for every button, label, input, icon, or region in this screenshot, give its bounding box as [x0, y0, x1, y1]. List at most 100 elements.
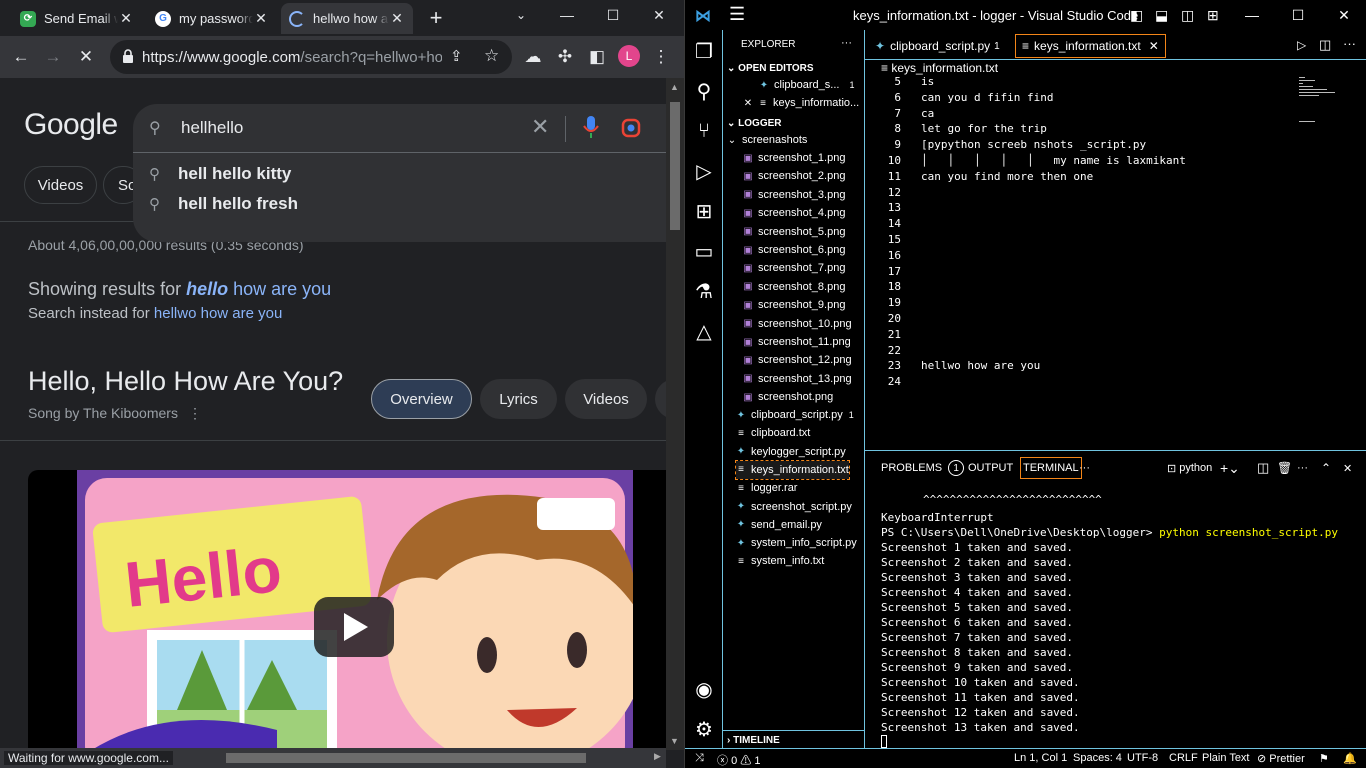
file-item[interactable]: ≡ logger.rar [736, 479, 797, 497]
close-window-button[interactable]: ✕ [1321, 0, 1366, 30]
run-debug-icon[interactable]: ▷ [685, 152, 723, 190]
indentation[interactable]: Spaces: 4 [1073, 752, 1122, 764]
kp-chip-lyrics[interactable]: Lyrics [480, 379, 557, 419]
corrected-query-link[interactable]: hello how are you [186, 279, 331, 299]
kp-chip-more[interactable] [655, 379, 666, 419]
accounts-icon[interactable]: ◉ [685, 670, 723, 708]
more-actions-icon[interactable]: ··· [1297, 457, 1308, 479]
share-icon[interactable]: ⇪ [450, 47, 463, 65]
stop-icon[interactable]: ✕ [73, 44, 99, 70]
suggestion-item[interactable]: ⚲ hell hello fresh [149, 194, 298, 214]
page-scrollbar[interactable]: ▲ ▼ [666, 78, 684, 750]
scroll-down-arrow[interactable]: ▼ [670, 736, 679, 746]
cursor-position[interactable]: Ln 1, Col 1 [1014, 752, 1067, 764]
panel-tab-problems[interactable]: PROBLEMS 1 [881, 457, 965, 479]
split-editor-icon[interactable]: ◫ [1319, 37, 1331, 53]
code-line[interactable]: let go for the trip [921, 122, 1047, 135]
menu-hamburger-icon[interactable]: ☰ [729, 4, 745, 25]
file-item[interactable]: ≡ clipboard.txt [736, 424, 810, 442]
file-item[interactable]: ▣ screenshot_9.png [743, 296, 845, 314]
open-editor-item[interactable]: ✦ clipboard_s... 1 [759, 76, 855, 94]
tab-my-password[interactable]: G my password ✕ [147, 3, 277, 34]
kill-terminal-icon[interactable]: 🗑 [1277, 457, 1292, 479]
tab-close-icon[interactable]: ✕ [253, 10, 269, 27]
back-icon[interactable]: ← [8, 44, 34, 70]
extensions-puzzle-icon[interactable]: ✣ [552, 44, 578, 70]
file-item[interactable]: ✦ send_email.py [736, 516, 822, 534]
panel-more-icon[interactable]: ··· [1079, 457, 1090, 479]
menu-kebab-icon[interactable]: ⋮ [648, 44, 674, 70]
extension-cloud-icon[interactable]: ☁ [520, 44, 546, 70]
tab-close-icon[interactable]: ✕ [118, 10, 134, 27]
tab-search-icon[interactable]: ⌄ [498, 0, 544, 30]
file-item[interactable]: ▣ screenshot_4.png [743, 204, 845, 222]
breadcrumb[interactable]: ≡ keys_information.txt [881, 61, 998, 75]
file-item[interactable]: ≡ system_info.txt [736, 552, 824, 570]
remote-indicator-icon[interactable]: ⤨ [695, 752, 704, 765]
maximize-button[interactable]: ☐ [1275, 0, 1321, 30]
open-editors-header[interactable]: ⌄ OPEN EDITORS [727, 63, 814, 74]
bookmark-star-icon[interactable]: ☆ [484, 46, 499, 66]
settings-gear-icon[interactable]: ⚙ [685, 710, 723, 748]
source-control-icon[interactable]: ⑂ [685, 112, 723, 150]
code-line[interactable]: ca [921, 107, 934, 120]
profile-avatar[interactable]: L [618, 45, 640, 67]
close-icon[interactable]: ✕ [743, 98, 753, 109]
video-player[interactable]: Hello [28, 470, 666, 750]
minimap[interactable] [1297, 75, 1337, 123]
encoding[interactable]: UTF-8 [1127, 752, 1158, 764]
toggle-panel-icon[interactable]: ⬓ [1155, 7, 1168, 24]
code-line[interactable]: │ │ │ │ │ my name is laxmikant [921, 154, 1186, 167]
maximize-panel-icon[interactable]: ⌃ [1321, 457, 1331, 479]
toggle-sidebar-icon[interactable]: ◧ [1130, 7, 1143, 24]
suggestion-item[interactable]: ⚲ hell hello kitty [149, 164, 291, 184]
filter-chip-videos[interactable]: Videos [24, 166, 97, 204]
file-item[interactable]: ▣ screenshot_7.png [743, 259, 845, 277]
more-options-icon[interactable]: ⋮ [188, 405, 202, 421]
scroll-right-arrow[interactable]: ▶ [654, 751, 661, 762]
horizontal-scrollbar-thumb[interactable] [226, 753, 586, 763]
file-item[interactable]: ✦ system_info_script.py [736, 534, 857, 552]
search-icon[interactable]: ⚲ [685, 72, 723, 110]
deploy-icon[interactable]: △ [685, 312, 723, 350]
side-panel-icon[interactable]: ◧ [584, 44, 610, 70]
forward-icon[interactable]: → [40, 44, 66, 70]
file-item[interactable]: ✦ screenshot_script.py [736, 498, 852, 516]
terminal-shell-selector[interactable]: ⊡ python [1167, 457, 1212, 479]
scroll-up-arrow[interactable]: ▲ [670, 82, 679, 92]
close-panel-icon[interactable]: ✕ [1343, 457, 1352, 479]
folder-header-logger[interactable]: ⌄ LOGGER [727, 118, 782, 129]
minimize-button[interactable]: — [1229, 0, 1275, 30]
tab-hellwo[interactable]: hellwo how a ✕ [281, 3, 413, 34]
new-terminal-icon[interactable]: +⌄ [1220, 457, 1240, 479]
close-window-button[interactable]: ✕ [636, 0, 682, 30]
feedback-icon[interactable]: ⚑ [1319, 752, 1329, 765]
file-item[interactable]: ≡ keys_information.txt [735, 459, 850, 480]
code-line[interactable]: can you find more then one [921, 170, 1093, 183]
customize-layout-icon[interactable]: ⊞ [1207, 7, 1219, 24]
voice-search-icon[interactable] [583, 116, 599, 140]
panel-tab-output[interactable]: OUTPUT [968, 457, 1013, 479]
tab-close-icon[interactable]: ✕ [1149, 39, 1159, 53]
new-tab-button[interactable]: + [424, 6, 448, 30]
code-line[interactable]: hellwo how are you [921, 359, 1040, 372]
explorer-icon[interactable]: ❐ [685, 32, 723, 70]
file-item[interactable]: ▣ screenshot_3.png [743, 186, 845, 204]
file-item[interactable]: ▣ screenshot_11.png [743, 333, 851, 351]
more-actions-icon[interactable]: ··· [1343, 36, 1356, 51]
editor-tab-clipboard-script[interactable]: ✦ clipboard_script.py 1 [869, 34, 1006, 58]
folder-screenashots[interactable]: ⌄ screenashots [727, 131, 808, 149]
prettier-status[interactable]: ⊘ Prettier [1257, 752, 1305, 765]
google-lens-icon[interactable] [621, 118, 641, 138]
code-line[interactable]: is [921, 75, 934, 88]
file-item[interactable]: ▣ screenshot_13.png [743, 370, 851, 388]
tab-send-email[interactable]: ⟳ Send Email w ✕ [12, 3, 142, 34]
editor-tab-keys-information[interactable]: ≡ keys_information.txt ✕ [1015, 34, 1166, 58]
run-file-icon[interactable]: ▷ [1297, 38, 1306, 52]
play-button[interactable] [314, 597, 394, 657]
address-bar[interactable]: https://www.google.com/search?q=hellwo+h… [110, 40, 512, 74]
file-item[interactable]: ✦ clipboard_script.py 1 [736, 406, 854, 424]
extensions-icon[interactable]: ⊞ [685, 192, 723, 230]
file-item[interactable]: ▣ screenshot.png [743, 388, 833, 406]
file-item[interactable]: ▣ screenshot_5.png [743, 223, 845, 241]
